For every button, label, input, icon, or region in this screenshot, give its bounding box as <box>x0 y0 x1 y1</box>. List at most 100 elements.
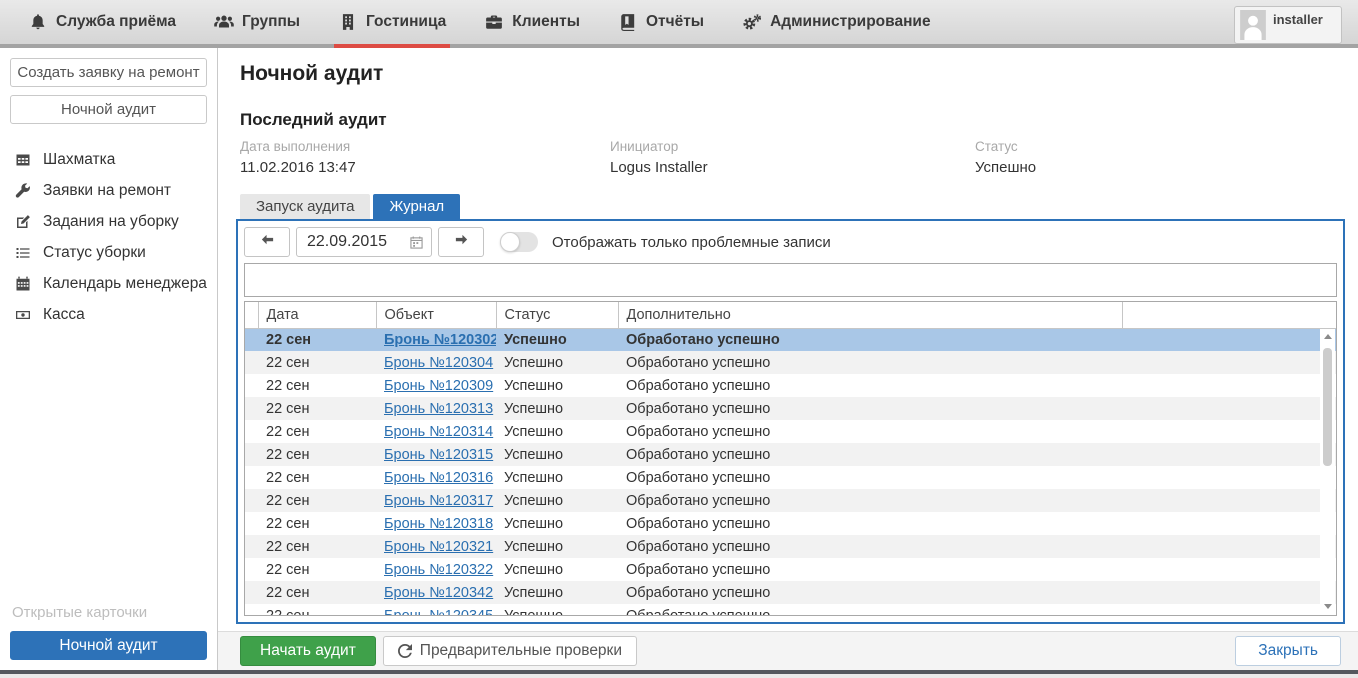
cell-object: Бронь №120315 <box>376 443 496 466</box>
table-row[interactable]: 22 сенБронь №120318УспешноОбработано усп… <box>245 512 1336 535</box>
scroll-up-icon[interactable] <box>1324 334 1332 339</box>
arrow-left-icon <box>260 232 275 252</box>
cell-object: Бронь №120342 <box>376 581 496 604</box>
cell-object: Бронь №120317 <box>376 489 496 512</box>
tab-audit-launch[interactable]: Запуск аудита <box>240 194 370 219</box>
booking-link[interactable]: Бронь №120345 <box>384 608 493 617</box>
journal-panel: Отображать только проблемные записи Дата… <box>236 219 1345 624</box>
cell-object: Бронь №120304 <box>376 351 496 374</box>
nav-item-reception[interactable]: Служба приёма <box>28 0 176 44</box>
table-row[interactable]: 22 сенБронь №120314УспешноОбработано усп… <box>245 420 1336 443</box>
page-title: Ночной аудит <box>240 62 1358 86</box>
night-audit-sidebar-button[interactable]: Ночной аудит <box>10 95 207 124</box>
sidebar-item-cleaning-status[interactable]: Статус уборки <box>0 237 217 268</box>
cell-selector <box>245 374 258 397</box>
sidebar-item-label: Касса <box>43 306 85 324</box>
bell-icon <box>28 13 48 31</box>
cell-extra: Обработано успешно <box>618 443 1122 466</box>
cell-date: 22 сен <box>258 489 376 512</box>
booking-link[interactable]: Бронь №120315 <box>384 447 493 463</box>
booking-link[interactable]: Бронь №120321 <box>384 539 493 555</box>
toggle-knob <box>500 232 520 252</box>
sidebar-menu: Шахматка Заявки на ремонтЗадания на уборк… <box>0 144 217 330</box>
vertical-scrollbar[interactable] <box>1320 329 1335 614</box>
table-row[interactable]: 22 сенБронь №120342УспешноОбработано усп… <box>245 581 1336 604</box>
cell-date: 22 сен <box>258 420 376 443</box>
table-row[interactable]: 22 сенБронь №120315УспешноОбработано усп… <box>245 443 1336 466</box>
booking-link[interactable]: Бронь №120309 <box>384 378 493 394</box>
booking-link[interactable]: Бронь №120322 <box>384 562 493 578</box>
cell-status: Успешно <box>496 420 618 443</box>
col-extra[interactable]: Дополнительно <box>618 302 1122 328</box>
nav-item-label: Отчёты <box>646 13 704 31</box>
table-row[interactable]: 22 сенБронь №120304УспешноОбработано усп… <box>245 351 1336 374</box>
cell-date: 22 сен <box>258 581 376 604</box>
sidebar-item-chessboard[interactable]: Шахматка <box>0 144 217 175</box>
problem-records-toggle[interactable] <box>500 232 538 252</box>
booking-link[interactable]: Бронь №120302 <box>384 332 496 348</box>
cell-selector <box>245 466 258 489</box>
nav-item-administration[interactable]: Администрирование <box>742 0 931 44</box>
prev-day-button[interactable] <box>244 227 290 257</box>
tab-journal[interactable]: Журнал <box>373 194 460 219</box>
cell-status: Успешно <box>496 351 618 374</box>
cell-empty <box>1122 558 1336 581</box>
table-row[interactable]: 22 сенБронь №120302УспешноОбработано усп… <box>245 328 1336 351</box>
col-row-selector[interactable] <box>245 302 258 328</box>
create-repair-request-button[interactable]: Создать заявку на ремонт <box>10 58 207 87</box>
booking-link[interactable]: Бронь №120314 <box>384 424 493 440</box>
cell-empty <box>1122 420 1336 443</box>
nav-item-groups[interactable]: Группы <box>214 0 300 44</box>
cell-status: Успешно <box>496 558 618 581</box>
sidebar-item-label: Шахматка <box>43 151 115 169</box>
cash-icon <box>14 307 32 323</box>
cell-status: Успешно <box>496 328 618 351</box>
close-button[interactable]: Закрыть <box>1235 636 1341 666</box>
sidebar-item-manager-calendar[interactable]: Календарь менеджера <box>0 268 217 299</box>
col-object[interactable]: Объект <box>376 302 496 328</box>
booking-link[interactable]: Бронь №120318 <box>384 516 493 532</box>
start-audit-button[interactable]: Начать аудит <box>240 636 376 666</box>
sidebar-item-repair-requests[interactable]: Заявки на ремонт <box>0 175 217 206</box>
nav-item-clients[interactable]: Клиенты <box>484 0 580 44</box>
cell-status: Успешно <box>496 466 618 489</box>
cell-empty <box>1122 466 1336 489</box>
date-input[interactable] <box>307 233 410 251</box>
cell-selector <box>245 512 258 535</box>
col-status[interactable]: Статус <box>496 302 618 328</box>
table-row[interactable]: 22 сенБронь №120322УспешноОбработано усп… <box>245 558 1336 581</box>
booking-link[interactable]: Бронь №120304 <box>384 355 493 371</box>
nav-item-hotel[interactable]: Гостиница <box>338 0 446 44</box>
next-day-button[interactable] <box>438 227 484 257</box>
sidebar-item-cleaning-tasks[interactable]: Задания на уборку <box>0 206 217 237</box>
table-row[interactable]: 22 сенБронь №120309УспешноОбработано усп… <box>245 374 1336 397</box>
open-card-night-audit[interactable]: Ночной аудит <box>10 631 207 660</box>
sidebar-item-cash-desk[interactable]: Касса <box>0 299 217 330</box>
preliminary-checks-button[interactable]: Предварительные проверки <box>383 636 637 666</box>
briefcase-icon <box>484 13 504 31</box>
scroll-down-icon[interactable] <box>1324 604 1332 609</box>
table-row[interactable]: 22 сенБронь №120316УспешноОбработано усп… <box>245 466 1336 489</box>
user-badge[interactable]: installer <box>1234 6 1342 44</box>
booking-link[interactable]: Бронь №120313 <box>384 401 493 417</box>
building-icon <box>338 13 358 31</box>
scrollbar-thumb[interactable] <box>1323 348 1332 466</box>
cell-date: 22 сен <box>258 351 376 374</box>
cell-selector <box>245 535 258 558</box>
cell-object: Бронь №120316 <box>376 466 496 489</box>
table-row[interactable]: 22 сенБронь №120321УспешноОбработано усп… <box>245 535 1336 558</box>
table-row[interactable]: 22 сенБронь №120317УспешноОбработано усп… <box>245 489 1336 512</box>
cell-selector <box>245 351 258 374</box>
cell-status: Успешно <box>496 397 618 420</box>
booking-link[interactable]: Бронь №120342 <box>384 585 493 601</box>
calendar-small-icon[interactable] <box>410 236 423 249</box>
table-row[interactable]: 22 сенБронь №120345УспешноОбработано усп… <box>245 604 1336 616</box>
cell-empty <box>1122 397 1336 420</box>
col-date[interactable]: Дата <box>258 302 376 328</box>
table-row[interactable]: 22 сенБронь №120313УспешноОбработано усп… <box>245 397 1336 420</box>
nav-item-label: Группы <box>242 13 300 31</box>
booking-link[interactable]: Бронь №120317 <box>384 493 493 509</box>
sidebar-item-label: Статус уборки <box>43 244 146 262</box>
nav-item-reports[interactable]: Отчёты <box>618 0 704 44</box>
booking-link[interactable]: Бронь №120316 <box>384 470 493 486</box>
